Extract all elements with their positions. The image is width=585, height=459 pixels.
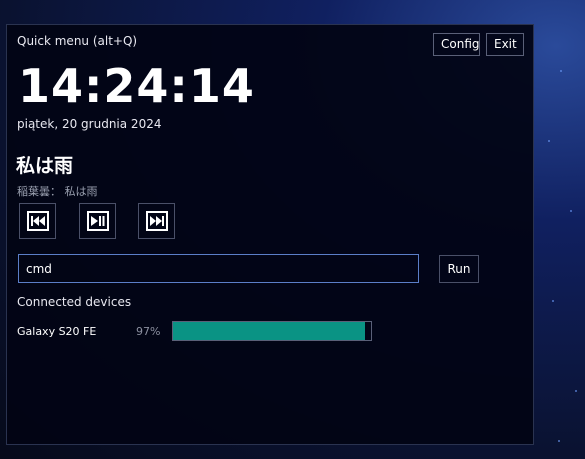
device-row: Galaxy S20 FE 97% [17,321,377,343]
connected-devices-heading: Connected devices [17,295,132,309]
background-sparkle [558,440,560,442]
background-sparkle [575,390,577,392]
media-track-artist: 稲葉曇： 私は雨 [17,185,98,198]
panel-title: Quick menu (alt+Q) [17,34,138,48]
device-battery-fill [173,322,366,340]
media-track-title: 私は雨 [16,155,74,177]
next-track-button[interactable] [138,203,175,239]
device-battery-percent: 97% [136,325,161,338]
exit-button[interactable]: Exit [486,33,524,56]
play-pause-icon [86,211,109,231]
skip-previous-icon [26,211,49,231]
run-button[interactable]: Run [439,255,479,283]
background-sparkle [560,70,562,72]
play-pause-button[interactable] [79,203,116,239]
command-input[interactable] [18,254,419,283]
clock-date: piątek, 20 grudnia 2024 [17,117,162,131]
clock-time: 14:24:14 [18,59,255,113]
background-sparkle [570,210,572,212]
device-battery-bar [172,321,372,341]
config-button[interactable]: Config [433,33,480,56]
skip-next-icon [145,211,168,231]
background-sparkle [552,300,554,302]
device-name: Galaxy S20 FE [17,325,97,338]
previous-track-button[interactable] [19,203,56,239]
background-sparkle [548,140,550,142]
quick-menu-panel: Quick menu (alt+Q) Config Exit 14:24:14 … [6,24,534,445]
